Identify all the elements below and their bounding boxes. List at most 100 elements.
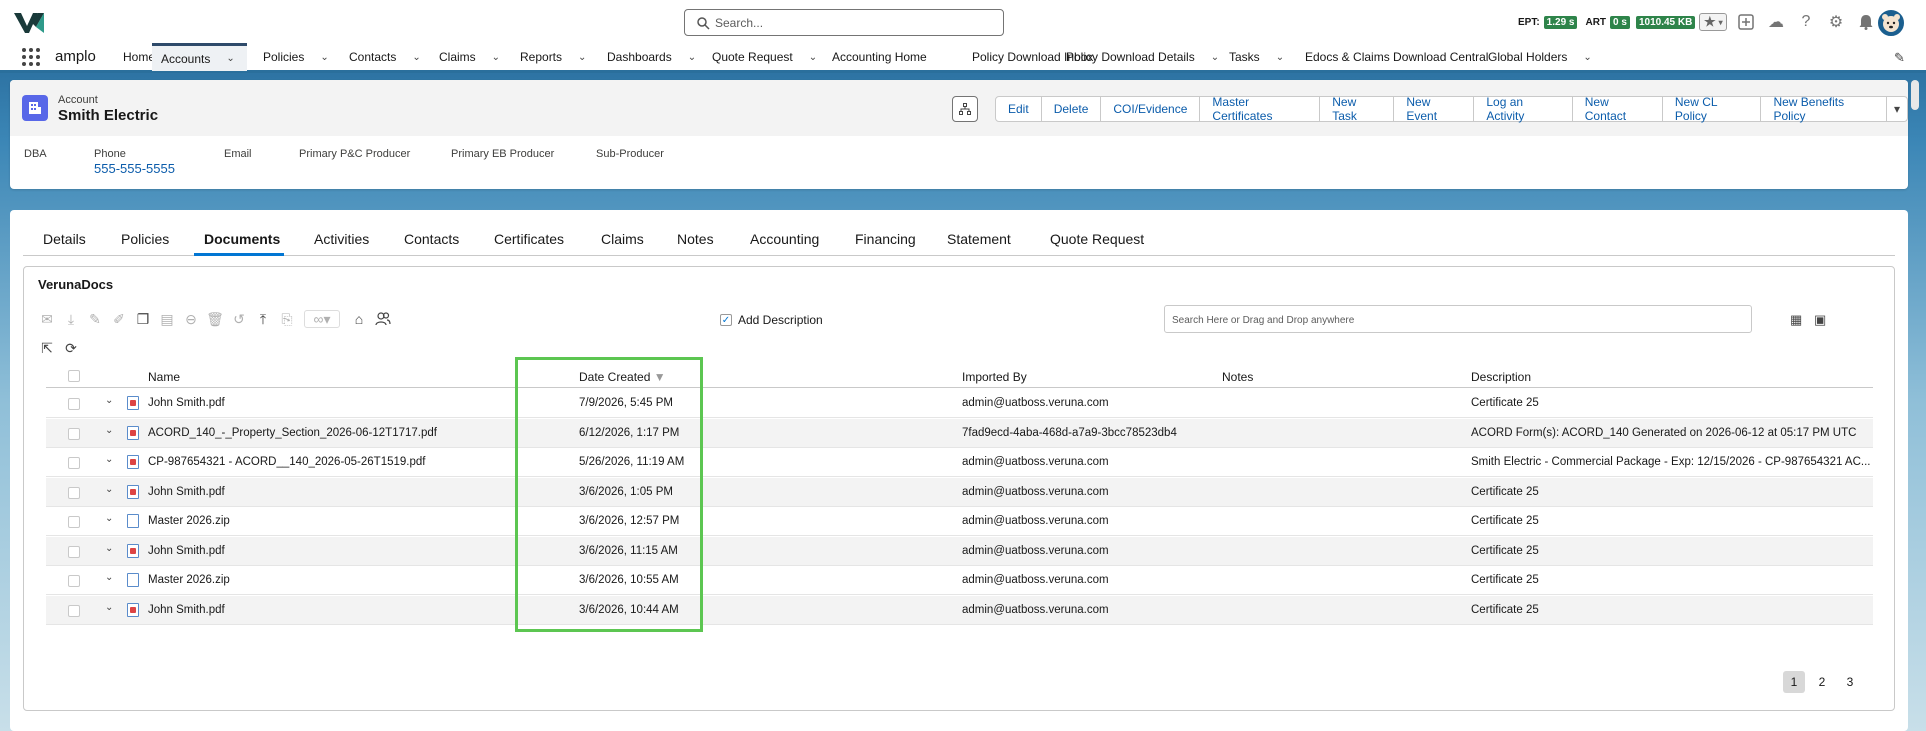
cell-name[interactable]: John Smith.pdf [148,486,548,498]
nav-item-edocs-claims-download-central[interactable]: Edocs & Claims Download Central [1305,43,1488,71]
action-new-benefits-policy-button[interactable]: New Benefits Policy [1760,95,1887,123]
column-name[interactable]: Name [148,370,180,384]
table-row[interactable]: ⌄ John Smith.pdf 3/6/2026, 11:15 AM admin@u… [46,536,1873,566]
cell-name[interactable]: ACORD_140_-_Property_Section_2026-06-12T… [148,427,548,439]
link-dropdown-icon[interactable]: ∞▾ [304,310,340,328]
upload-icon[interactable]: ⤒ [254,310,272,328]
chevron-down-icon[interactable]: ⌄ [809,52,817,63]
save-view-icon[interactable]: ▣ [1814,312,1826,328]
page-1-button[interactable]: 1 [1783,671,1805,693]
file-move-icon[interactable]: ⎘ [278,310,296,328]
action-new-contact-button[interactable]: New Contact [1571,95,1663,123]
cell-name[interactable]: Master 2026.zip [148,574,548,586]
column-layout-icon[interactable]: ▦ [1790,312,1802,328]
page-scrollbar[interactable] [1908,73,1926,731]
row-checkbox[interactable] [68,604,80,617]
action-edit-button[interactable]: Edit [995,96,1042,122]
table-row[interactable]: ⌄ Master 2026.zip 3/6/2026, 12:57 PM admin@… [46,507,1873,536]
tab-quote-request[interactable]: Quote Request [1050,231,1144,247]
cloud-icon[interactable]: ☁ [1766,12,1786,32]
table-row[interactable]: ⌄ John Smith.pdf 7/9/2026, 5:45 PM admin@ua… [46,389,1873,418]
scrollbar-thumb[interactable] [1911,80,1919,110]
row-checkbox[interactable] [68,516,80,528]
download-icon[interactable]: ⤓ [62,310,80,328]
chevron-down-icon[interactable]: ⌄ [1211,52,1219,63]
table-row[interactable]: ⌄ CP-987654321 - ACORD__140_2026-05-26T15… [46,448,1873,477]
tab-activities[interactable]: Activities [314,231,369,247]
edit-nav-pencil-icon[interactable]: ✎ [1894,50,1905,66]
column-imported-by[interactable]: Imported By [962,370,1027,384]
global-search-input[interactable]: Search... [684,9,1004,36]
nav-item-claims[interactable]: Claims ⌄ [439,43,500,71]
copy-icon[interactable]: ❐ [134,310,152,328]
page-3-button[interactable]: 3 [1839,671,1861,693]
cell-name[interactable]: John Smith.pdf [148,604,548,616]
nav-item-policies[interactable]: Policies ⌄ [263,43,329,71]
tab-policies[interactable]: Policies [121,231,169,247]
chevron-down-icon[interactable]: ⌄ [105,454,113,465]
tab-contacts[interactable]: Contacts [404,231,459,247]
chevron-down-icon[interactable]: ⌄ [105,543,113,554]
cell-name[interactable]: CP-987654321 - ACORD__140_2026-05-26T151… [148,456,548,468]
chevron-down-icon[interactable]: ⌄ [688,52,696,63]
tab-accounting[interactable]: Accounting [750,231,819,247]
action-new-cl-policy-button[interactable]: New CL Policy [1661,95,1762,123]
app-launcher-icon[interactable] [22,48,40,66]
tab-claims[interactable]: Claims [601,231,644,247]
trash-icon[interactable]: 🗑 [206,310,224,328]
document-search-input[interactable]: Search Here or Drag and Drop anywhere [1164,305,1752,333]
chevron-down-icon[interactable]: ⌄ [105,395,113,406]
nav-item-reports[interactable]: Reports ⌄ [520,43,586,71]
cell-name[interactable]: Master 2026.zip [148,515,548,527]
tab-statement[interactable]: Statement [947,231,1011,247]
chevron-down-icon[interactable]: ⌄ [105,602,113,613]
plus-icon[interactable] [1736,12,1756,32]
view-hierarchy-button[interactable] [952,96,978,122]
table-row[interactable]: ⌄ John Smith.pdf 3/6/2026, 10:44 AM admin@u… [46,595,1873,625]
table-row[interactable]: ⌄ ACORD_140_-_Property_Section_2026-06-12… [46,418,1873,448]
user-avatar[interactable] [1876,8,1906,38]
table-row[interactable]: ⌄ Master 2026.zip 3/6/2026, 10:55 AM admin@… [46,566,1873,595]
chevron-down-icon[interactable]: ⌄ [492,52,500,63]
action-coi-evidence-button[interactable]: COI/Evidence [1100,96,1201,122]
nav-item-global-holders[interactable]: Global Holders ⌄ [1488,43,1592,71]
favorites-star-icon[interactable]: ★ ▾ [1699,13,1728,31]
action-new-event-button[interactable]: New Event [1393,95,1475,123]
nav-item-policy-download-details[interactable]: Policy Download Details ⌄ [1066,43,1219,71]
chevron-down-icon[interactable]: ⌄ [105,484,113,495]
chevron-down-icon[interactable]: ⌄ [105,572,113,583]
chevron-down-icon[interactable]: ⌄ [412,52,420,63]
nav-item-accounting-home[interactable]: Accounting Home [832,43,927,71]
cell-name[interactable]: John Smith.pdf [148,545,548,557]
action-delete-button[interactable]: Delete [1040,96,1102,122]
tab-certificates[interactable]: Certificates [494,231,564,247]
pencil-icon[interactable]: ✎ [86,310,104,328]
users-icon[interactable] [374,310,392,328]
chevron-down-icon[interactable]: ⌄ [105,513,113,524]
chevron-down-icon[interactable]: ⌄ [320,52,328,63]
chevron-down-icon[interactable]: ⌄ [1276,52,1284,63]
email-icon[interactable]: ✉ [38,310,56,328]
nav-item-dashboards[interactable]: Dashboards ⌄ [607,43,696,71]
cell-name[interactable]: John Smith.pdf [148,397,548,409]
row-checkbox[interactable] [68,575,80,587]
gear-icon[interactable]: ⚙ [1826,12,1846,32]
phone-link[interactable]: 555-555-5555 [94,161,175,176]
tab-documents[interactable]: Documents [204,231,280,247]
action-new-task-button[interactable]: New Task [1319,95,1395,123]
row-checkbox[interactable] [68,427,80,440]
chevron-down-icon[interactable]: ⌄ [578,52,586,63]
add-description-checkbox[interactable]: ✓ Add Description [720,313,823,327]
column-notes[interactable]: Notes [1222,370,1253,384]
edit-icon[interactable]: ✐ [110,310,128,328]
chevron-down-icon[interactable]: ⌄ [105,425,113,436]
nav-item-accounts[interactable]: Accounts ⌄ [152,43,247,71]
table-row[interactable]: ⌄ John Smith.pdf 3/6/2026, 1:05 PM admin@ua… [46,477,1873,507]
open-external-icon[interactable]: ⇱ [38,339,56,357]
chevron-down-icon[interactable]: ⌄ [1583,52,1591,63]
nav-item-home[interactable]: Home [123,43,155,71]
nav-item-contacts[interactable]: Contacts ⌄ [349,43,421,71]
bell-icon[interactable] [1856,12,1876,32]
column-description[interactable]: Description [1471,370,1531,384]
minus-circle-icon[interactable]: ⊖ [182,310,200,328]
